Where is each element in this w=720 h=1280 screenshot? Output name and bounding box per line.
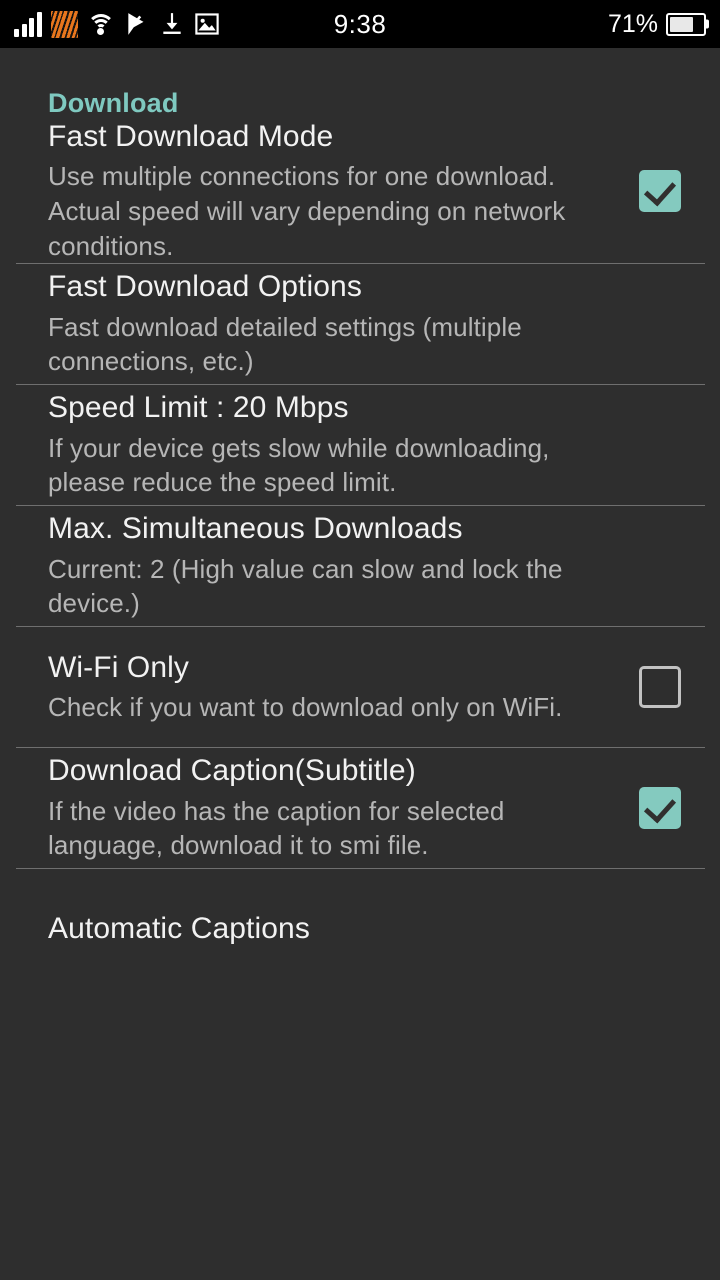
preference-text: Download Caption(Subtitle) If the video h… [48, 753, 616, 863]
flag-check-icon [127, 13, 143, 35]
preference-title: Speed Limit : 20 Mbps [48, 391, 349, 425]
preference-text: Fast Download Options Fast download detai… [48, 269, 616, 379]
wifi-icon [86, 12, 115, 36]
preference-text: Max. Simultaneous Downloads Current: 2 (H… [48, 511, 616, 621]
preference-title: Wi-Fi Only [48, 650, 189, 684]
preference-title: Max. Simultaneous Downloads [48, 512, 463, 546]
preference-summary: Check if you want to download only on Wi… [48, 692, 563, 723]
preference-list: Fast Download Mode Use multiple connectio… [0, 119, 720, 989]
preference-text: Wi-Fi Only Check if you want to download … [48, 650, 616, 725]
signal-bars-icon [14, 11, 42, 37]
preference-text: Speed Limit : 20 Mbps If your device gets… [48, 390, 616, 500]
download-arrow-icon [162, 13, 181, 34]
preference-text: Fast Download Mode Use multiple connectio… [48, 119, 616, 263]
preference-text: Automatic Captions [48, 911, 616, 946]
settings-screen: Download Fast Download Mode Use multiple … [0, 48, 720, 1280]
checkbox-unchecked-icon[interactable] [639, 666, 681, 709]
preference-row[interactable]: Automatic Captions [0, 869, 720, 989]
status-bar: 9:38 71% [0, 0, 720, 48]
section-header-download: Download [48, 88, 179, 118]
image-icon [194, 13, 219, 35]
preference-title: Fast Download Options [48, 270, 362, 304]
preference-title: Automatic Captions [48, 912, 310, 946]
tiger-stripe-icon [50, 10, 78, 38]
preference-summary: Use multiple connections for one downloa… [48, 161, 566, 261]
battery-icon [666, 12, 706, 36]
preference-summary: Fast download detailed settings (multipl… [48, 311, 522, 377]
checkbox-checked-icon[interactable] [639, 787, 681, 830]
preference-summary: If the video has the caption for selecte… [48, 795, 505, 861]
preference-widget-slot [616, 787, 704, 830]
preference-summary: Current: 2 (High value can slow and lock… [48, 553, 563, 619]
preference-title: Download Caption(Subtitle) [48, 754, 416, 788]
preference-row[interactable]: Wi-Fi Only Check if you want to download … [0, 627, 720, 747]
status-bar-left-icons [14, 10, 220, 38]
checkbox-checked-icon[interactable] [639, 170, 681, 213]
status-bar-right-icons: 71% [608, 10, 706, 39]
preference-row[interactable]: Speed Limit : 20 Mbps If your device gets… [0, 385, 720, 505]
preference-row[interactable]: Download Caption(Subtitle) If the video h… [0, 748, 720, 868]
battery-percentage: 71% [607, 9, 658, 38]
preference-widget-slot [616, 666, 704, 709]
preference-title: Fast Download Mode [48, 120, 334, 153]
preference-widget-slot [616, 170, 704, 213]
preference-row[interactable]: Fast Download Options Fast download detai… [0, 264, 720, 384]
preference-row[interactable]: Fast Download Mode Use multiple connectio… [0, 119, 720, 263]
preference-summary: If your device gets slow while downloadi… [48, 432, 550, 498]
preference-row[interactable]: Max. Simultaneous Downloads Current: 2 (H… [0, 506, 720, 626]
